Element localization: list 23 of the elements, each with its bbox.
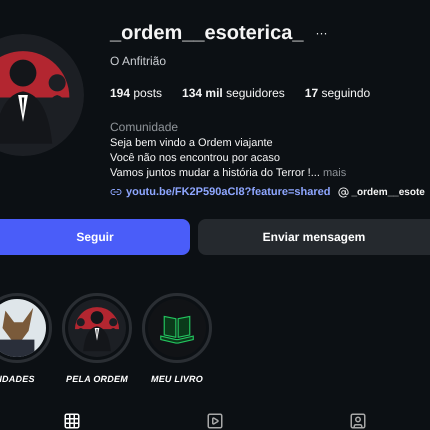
bio-line: Seja bem vindo a Ordem viajante: [110, 136, 274, 151]
at-sign-icon: [338, 186, 348, 198]
highlight-label: PELA ORDEM: [66, 372, 128, 386]
display-name: O Anfitrião: [110, 53, 168, 70]
highlight-label: MEU LIVRO: [150, 372, 204, 386]
username: _ordem__esoterica_: [110, 21, 304, 46]
options-button[interactable]: ···: [315, 24, 328, 42]
category-label: Comunidade: [110, 119, 180, 136]
bio-line: Você não nos encontrou por acaso: [110, 151, 282, 166]
people-logo-icon: [68, 298, 126, 356]
highlight-button[interactable]: [0, 292, 52, 362]
tagged-icon: [349, 412, 368, 430]
grid-icon: [62, 412, 81, 430]
bio-line: Vamos juntos mudar a história do Terror !... mais: [110, 166, 348, 181]
reels-icon: [206, 412, 224, 430]
stat-text[interactable]: 17 seguindo: [304, 84, 370, 102]
website-link[interactable]: youtu.be/FK2P590aCl8?feature=shared: [110, 184, 330, 200]
stat-text[interactable]: 134 mil seguidores: [182, 84, 285, 102]
stat-text[interactable]: 194 posts: [110, 84, 162, 102]
threads-link[interactable]: _ordem__esote: [338, 184, 425, 200]
message-button[interactable]: Enviar mensagem: [198, 218, 430, 254]
follow-button[interactable]: Seguir: [0, 218, 190, 254]
more-link[interactable]: mais: [322, 167, 346, 179]
